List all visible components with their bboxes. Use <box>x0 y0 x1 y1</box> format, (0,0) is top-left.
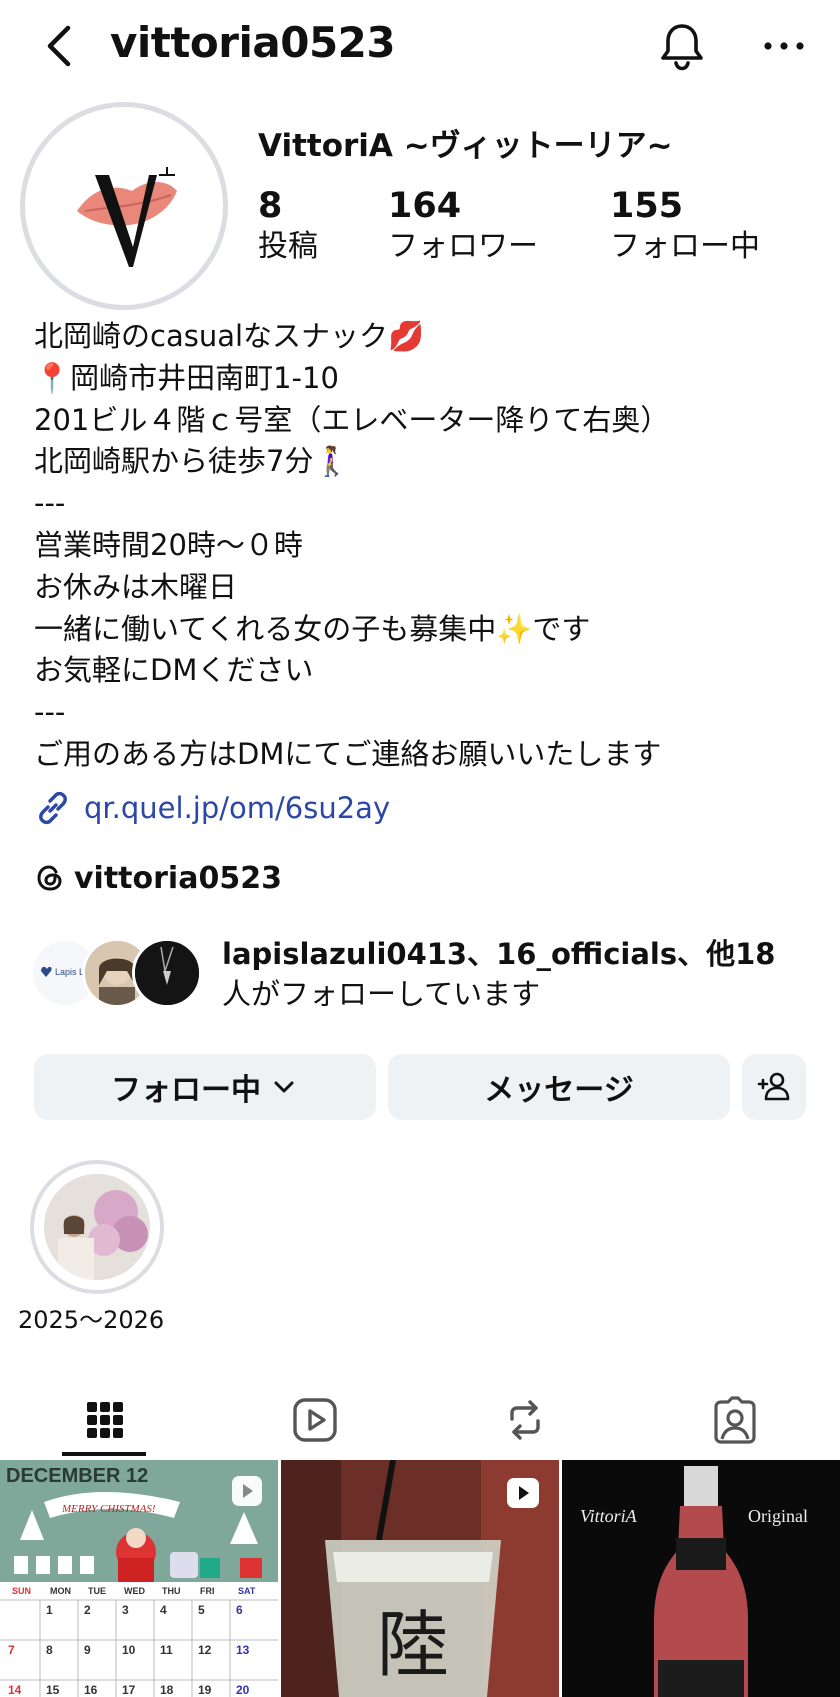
calendar-date: 16 <box>84 1683 98 1697</box>
calendar-date: 1 <box>46 1603 53 1617</box>
calendar-day-label: MON <box>50 1586 71 1596</box>
repost-icon <box>510 1400 540 1440</box>
mutual-followers-suffix: 人がフォローしています <box>222 977 541 1011</box>
top-bar: vittoria0523 <box>0 0 840 92</box>
followers-count-label: フォロワー <box>388 229 538 264</box>
vittoria-logo <box>37 119 211 293</box>
add-user-icon <box>757 1072 790 1101</box>
profile-avatar[interactable] <box>20 102 228 310</box>
following-count[interactable]: 155 フォロー中 <box>610 186 760 268</box>
tab-reposts[interactable] <box>420 1380 630 1460</box>
following-count-value: 155 <box>610 186 684 226</box>
story-highlight-cover <box>44 1174 150 1280</box>
posts-count-value: 8 <box>258 186 283 226</box>
profile-bio: 北岡崎のcasualなスナック💋 📍岡崎市井田南町1-10 201ビル４階ｃ号室… <box>34 316 824 776</box>
following-button-label: フォロー中 <box>111 1073 261 1108</box>
calendar-day-label: THU <box>162 1586 181 1596</box>
calendar-date: 12 <box>198 1643 212 1657</box>
bell-icon <box>661 24 703 71</box>
calendar-date: 19 <box>198 1683 212 1697</box>
bio-line: ご用のある方はDMにてご連絡お願いいたします <box>34 736 662 771</box>
chevron-left-icon <box>47 25 71 67</box>
followers-count-value: 164 <box>388 186 462 226</box>
post-thumbnail[interactable]: 陸 <box>281 1460 559 1697</box>
mutual-followers-names: lapislazuli0413、16_officials、他18 <box>222 937 776 971</box>
grid-icon <box>87 1402 123 1438</box>
bio-line: お休みは木曜日 <box>34 569 238 604</box>
calendar-day-label: WED <box>124 1586 145 1596</box>
bio-line: 一緒に働いてくれる女の子も募集中✨です <box>34 611 591 646</box>
profile-username-title: vittoria0523 <box>110 18 396 67</box>
calendar-day-label: SUN <box>12 1586 31 1596</box>
following-count-label: フォロー中 <box>610 229 760 264</box>
bio-line: 📍岡崎市井田南町1-10 <box>34 360 339 395</box>
post-title-text: DECEMBER 12 <box>6 1465 148 1487</box>
notifications-button[interactable] <box>656 20 708 72</box>
post-original-text: Original <box>748 1506 808 1526</box>
posts-count[interactable]: 8 投稿 <box>258 186 318 268</box>
calendar-date: 7 <box>8 1643 15 1657</box>
bio-line: --- <box>34 486 66 521</box>
calendar-date: 17 <box>122 1683 136 1697</box>
more-options-button[interactable] <box>758 22 810 70</box>
mutual-followers-text[interactable]: lapislazuli0413、16_officials、他18 人がフォローし… <box>222 934 822 1014</box>
posts-count-label: 投稿 <box>258 229 318 264</box>
profile-link-text: qr.quel.jp/om/6su2ay <box>84 791 391 825</box>
followers-count[interactable]: 164 フォロワー <box>388 186 538 268</box>
bio-line: お気軽にDMください <box>34 653 314 688</box>
story-highlight[interactable] <box>30 1160 164 1294</box>
post-glass-text: 陸 <box>377 1603 449 1687</box>
tagged-icon <box>714 1396 756 1444</box>
message-button-label: メッセージ <box>484 1073 634 1108</box>
bio-line: 北岡崎のcasualなスナック💋 <box>34 319 425 353</box>
calendar-date: 4 <box>160 1603 167 1617</box>
post-brand-text: VittoriA <box>580 1506 638 1526</box>
suggested-users-button[interactable] <box>742 1054 806 1120</box>
bio-line: 201ビル４階ｃ号室（エレベーター降りて右奥） <box>34 402 670 437</box>
bio-line: --- <box>34 695 66 730</box>
mutual-followers-avatars[interactable]: Lapis Lazuli <box>30 938 210 1010</box>
profile-link[interactable]: qr.quel.jp/om/6su2ay <box>34 786 390 830</box>
calendar-date: 11 <box>160 1643 173 1657</box>
calendar-day-label: SAT <box>238 1586 256 1596</box>
reel-badge-icon <box>507 1478 539 1508</box>
calendar-day-label: FRI <box>200 1586 215 1596</box>
calendar-date: 3 <box>122 1603 129 1617</box>
threads-handle: vittoria0523 <box>74 860 282 896</box>
post-subtitle-text: MERRY CHISTMAS! <box>61 1503 156 1515</box>
back-button[interactable] <box>40 22 80 70</box>
calendar-date: 6 <box>236 1603 243 1617</box>
mutual-avatar <box>132 938 202 1008</box>
tab-posts[interactable] <box>0 1380 210 1460</box>
chevron-down-icon <box>274 1081 294 1093</box>
message-button[interactable]: メッセージ <box>388 1054 730 1120</box>
calendar-date: 8 <box>46 1643 53 1657</box>
more-horizontal-icon <box>764 42 804 50</box>
threads-icon <box>37 865 62 891</box>
calendar-date: 9 <box>84 1643 91 1657</box>
reel-badge-icon <box>232 1476 262 1506</box>
calendar-date: 13 <box>236 1643 250 1657</box>
link-icon <box>39 791 67 825</box>
active-tab-indicator <box>62 1452 146 1456</box>
post-thumbnail[interactable]: DECEMBER 12 MERRY CHISTMAS! SUN MON TUE … <box>0 1460 278 1697</box>
calendar-day-label: TUE <box>88 1586 106 1596</box>
tab-reels[interactable] <box>210 1380 420 1460</box>
calendar-date: 15 <box>46 1683 60 1697</box>
post-thumbnail[interactable]: VittoriA Original <box>562 1460 840 1697</box>
bio-line: 営業時間20時〜０時 <box>34 527 303 562</box>
tab-tagged[interactable] <box>630 1380 840 1460</box>
bio-line: 北岡崎駅から徒歩7分🚶‍♀️ <box>34 444 350 479</box>
profile-display-name: VittoriA ~ヴィットーリア~ <box>258 128 673 164</box>
following-button[interactable]: フォロー中 <box>34 1054 376 1120</box>
reels-icon <box>293 1398 337 1442</box>
calendar-date: 14 <box>8 1683 22 1697</box>
calendar-date: 2 <box>84 1603 91 1617</box>
calendar-date: 5 <box>198 1603 205 1617</box>
calendar-date: 18 <box>160 1683 174 1697</box>
calendar-date: 20 <box>236 1683 250 1697</box>
threads-badge[interactable]: vittoria0523 <box>34 856 282 900</box>
story-highlight-label: 2025〜2026 <box>18 1306 165 1334</box>
calendar-date: 10 <box>122 1643 136 1657</box>
